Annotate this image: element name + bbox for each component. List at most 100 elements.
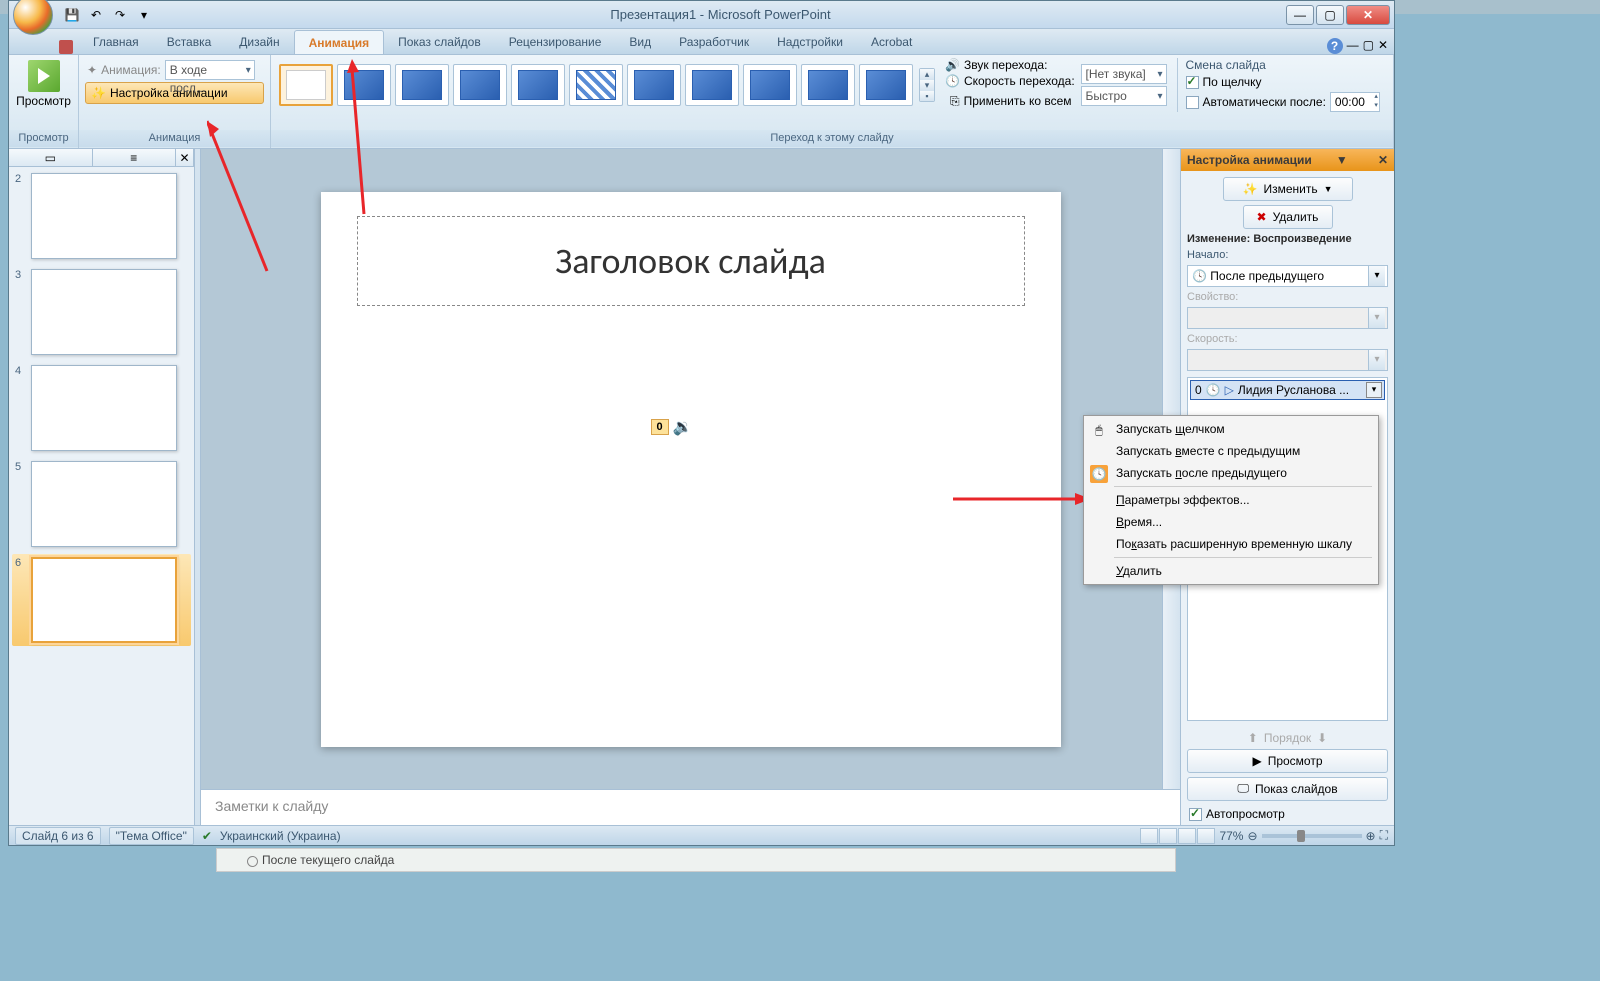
preview-label: Просмотр <box>16 94 71 108</box>
auto-after-checkbox[interactable]: Автоматически после: <box>1186 95 1326 109</box>
modify-button[interactable]: ✨Изменить▼ <box>1223 177 1353 201</box>
pane-menu-icon[interactable]: ▼ <box>1336 149 1348 171</box>
tab-review[interactable]: Рецензирование <box>495 30 616 54</box>
theme-indicator[interactable]: "Тема Office" <box>109 827 194 845</box>
play-icon: ▶ <box>1252 754 1261 768</box>
tab-insert[interactable]: Вставка <box>153 30 226 54</box>
sound-dropdown[interactable]: [Нет звука] <box>1081 64 1167 84</box>
tab-developer[interactable]: Разработчик <box>665 30 763 54</box>
transition-item[interactable] <box>627 64 681 106</box>
tab-home[interactable]: Главная <box>79 30 153 54</box>
transition-item[interactable] <box>511 64 565 106</box>
language-indicator[interactable]: Украинский (Украина) <box>220 829 341 843</box>
mdi-restore[interactable]: ▢ <box>1363 38 1374 54</box>
apply-all-button[interactable]: ⎘Применить ко всем <box>945 90 1077 112</box>
tab-view[interactable]: Вид <box>615 30 665 54</box>
preview-button[interactable]: Просмотр <box>15 58 72 110</box>
ctx-start-with[interactable]: Запускать вместе с предыдущим <box>1086 440 1376 462</box>
slides-tab[interactable]: ▭ <box>9 149 93 166</box>
play-tiny-icon: ▷ <box>1225 383 1234 397</box>
transition-item[interactable] <box>569 64 623 106</box>
slide-thumb-2[interactable]: 2 <box>15 173 188 259</box>
pane-close-icon[interactable]: ✕ <box>1378 149 1388 171</box>
sound-object[interactable]: 0 🔉 <box>651 417 693 437</box>
slide-thumb-4[interactable]: 4 <box>15 365 188 451</box>
title-placeholder[interactable]: Заголовок слайда <box>357 216 1025 306</box>
transition-item[interactable] <box>743 64 797 106</box>
gallery-scroll[interactable]: ▴▾▪ <box>919 68 935 102</box>
tab-slideshow[interactable]: Показ слайдов <box>384 30 495 54</box>
autopreview-checkbox[interactable]: Автопросмотр <box>1187 805 1388 823</box>
auto-time-spinner[interactable]: 00:00 <box>1330 92 1380 112</box>
outline-tab[interactable]: ≡ <box>93 149 177 166</box>
ctx-timing[interactable]: Время... <box>1086 511 1376 533</box>
item-order: 0 <box>1195 383 1202 397</box>
slide-thumb-3[interactable]: 3 <box>15 269 188 355</box>
tab-addins[interactable]: Надстройки <box>763 30 857 54</box>
sound-icon: 🔊 <box>945 58 960 72</box>
tab-design[interactable]: Дизайн <box>225 30 293 54</box>
close-button[interactable]: ✕ <box>1346 5 1390 25</box>
slide-title-text: Заголовок слайда <box>555 239 826 283</box>
undo-icon[interactable]: ↶ <box>85 4 107 26</box>
slide-thumb-6[interactable]: 6 <box>12 554 191 646</box>
maximize-button[interactable]: ▢ <box>1316 5 1344 25</box>
speaker-icon: 🔉 <box>673 417 693 437</box>
mouse-icon: 🖱 <box>1090 421 1108 439</box>
ctx-start-onclick[interactable]: 🖱Запускать щелчком <box>1086 418 1376 440</box>
screen-icon: 🖵 <box>1237 781 1249 796</box>
slideshow-button[interactable]: 🖵Показ слайдов <box>1187 777 1388 801</box>
star-icon: ✦ <box>87 63 97 77</box>
help-icon[interactable]: ? <box>1327 38 1343 54</box>
zoom-value[interactable]: 77% <box>1219 829 1243 843</box>
tab-animation[interactable]: Анимация <box>294 30 384 54</box>
slide-canvas[interactable]: Заголовок слайда 0 🔉 <box>321 192 1061 747</box>
spellcheck-icon[interactable]: ✔ <box>202 829 212 843</box>
apply-icon: ⎘ <box>950 94 960 109</box>
star-effect-icon: ✨ <box>1242 182 1257 196</box>
slide-indicator[interactable]: Слайд 6 из 6 <box>15 827 101 845</box>
notes-pane[interactable]: Заметки к слайду <box>201 789 1180 827</box>
tab-acrobat[interactable]: Acrobat <box>857 30 926 54</box>
qat-more-icon[interactable]: ▾ <box>133 4 155 26</box>
animation-item[interactable]: 0 🕓 ▷ Лидия Русланова ... <box>1190 380 1385 400</box>
start-select[interactable]: 🕓 После предыдущего <box>1187 265 1388 287</box>
transition-item[interactable] <box>859 64 913 106</box>
addin-icon[interactable] <box>59 40 73 54</box>
view-buttons[interactable] <box>1140 828 1215 844</box>
background-dialog-fragment: После текущего слайда <box>216 848 1176 872</box>
save-icon[interactable]: 💾 <box>61 4 83 26</box>
window-title: Презентация1 - Microsoft PowerPoint <box>155 7 1286 22</box>
mdi-close[interactable]: ✕ <box>1378 38 1388 54</box>
speed-dropdown[interactable]: Быстро <box>1081 86 1167 106</box>
transition-item[interactable] <box>337 64 391 106</box>
move-down-icon[interactable]: ⬇ <box>1317 731 1327 745</box>
anim-order-badge: 0 <box>651 419 669 435</box>
redo-icon[interactable]: ↷ <box>109 4 131 26</box>
zoom-slider[interactable] <box>1262 834 1362 838</box>
animation-dropdown[interactable]: В ходе посл... <box>165 60 255 80</box>
ctx-effect-options[interactable]: Параметры эффектов... <box>1086 489 1376 511</box>
zoom-out-icon[interactable]: ⊖ <box>1247 829 1257 843</box>
panel-close-icon[interactable]: ✕ <box>176 149 194 166</box>
transition-item[interactable] <box>685 64 739 106</box>
transition-gallery[interactable] <box>277 62 915 108</box>
ctx-remove[interactable]: Удалить <box>1086 560 1376 582</box>
ctx-start-after[interactable]: 🕓Запускать после предыдущего <box>1086 462 1376 484</box>
transition-item[interactable] <box>801 64 855 106</box>
titlebar: 💾 ↶ ↷ ▾ Презентация1 - Microsoft PowerPo… <box>9 1 1394 29</box>
ctx-advanced-timeline[interactable]: Показать расширенную временную шкалу <box>1086 533 1376 555</box>
play-button[interactable]: ▶Просмотр <box>1187 749 1388 773</box>
slide-thumb-5[interactable]: 5 <box>15 461 188 547</box>
minimize-button[interactable]: — <box>1286 5 1314 25</box>
move-up-icon[interactable]: ⬆ <box>1248 731 1258 745</box>
remove-button[interactable]: ✖Удалить <box>1243 205 1333 229</box>
mdi-minimize[interactable]: — <box>1347 38 1359 54</box>
transition-item[interactable] <box>453 64 507 106</box>
on-click-checkbox[interactable]: По щелчку <box>1186 75 1380 89</box>
transition-item[interactable] <box>395 64 449 106</box>
fit-icon[interactable]: ⛶ <box>1380 828 1388 843</box>
group-label-preview: Просмотр <box>9 130 78 147</box>
zoom-in-icon[interactable]: ⊕ <box>1366 829 1376 843</box>
transition-none[interactable] <box>279 64 333 106</box>
